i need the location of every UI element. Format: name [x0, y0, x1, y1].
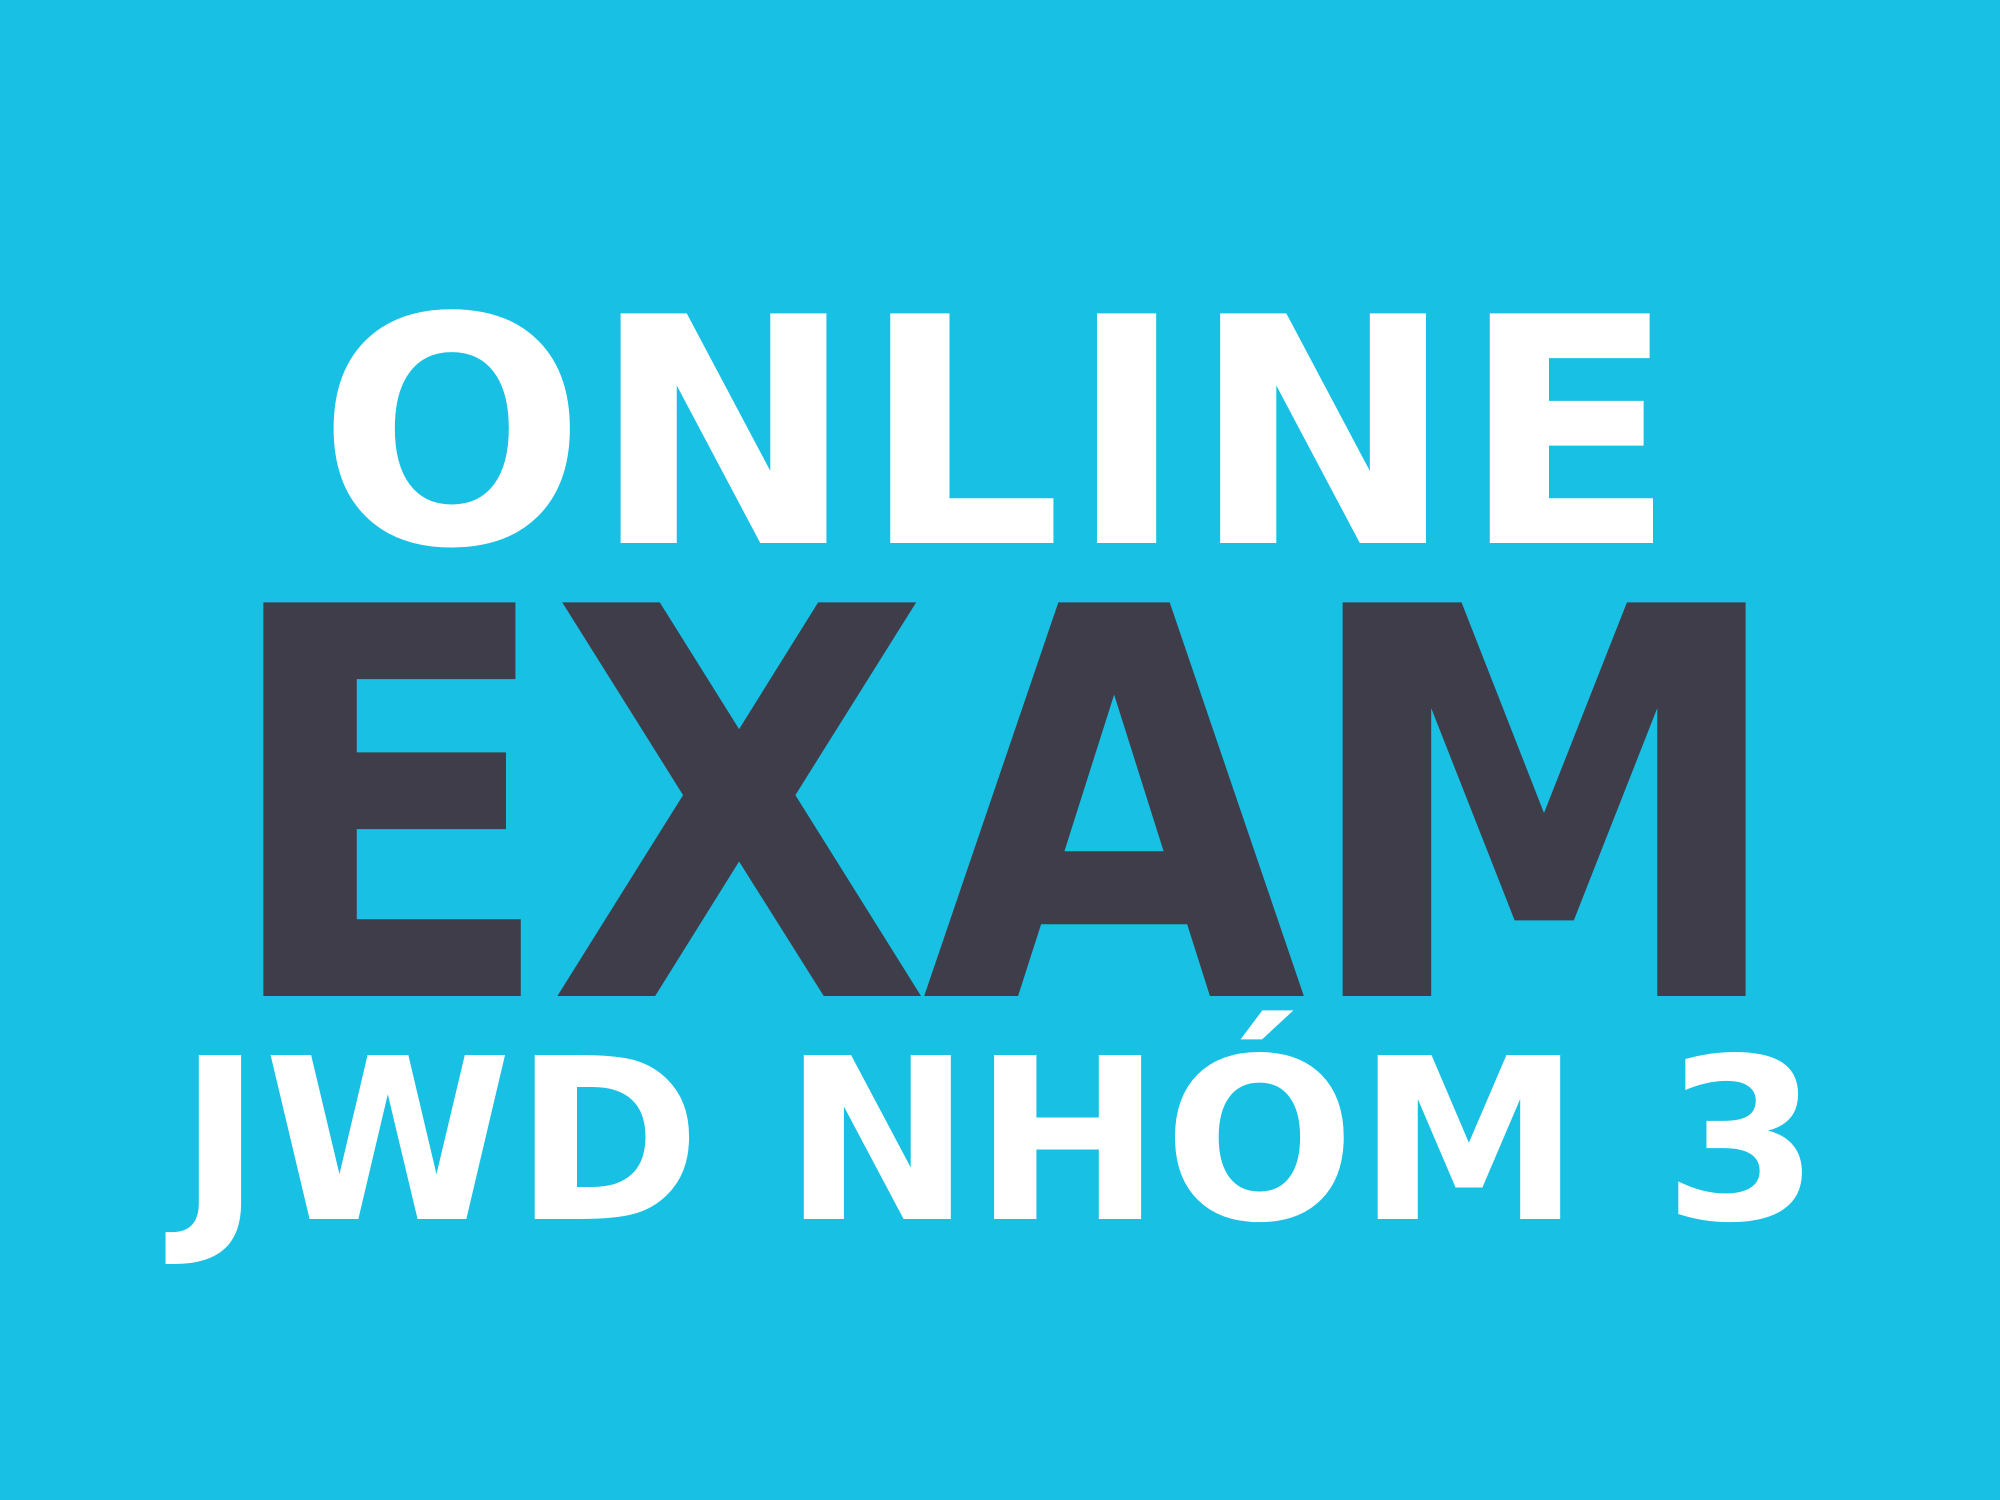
- poster: { "title": { "line1": "ONLINE", "line2":…: [0, 0, 2000, 1500]
- title-exam: EXAM: [217, 496, 1792, 1124]
- group-name: JWD NHÓM 3: [178, 1011, 1822, 1273]
